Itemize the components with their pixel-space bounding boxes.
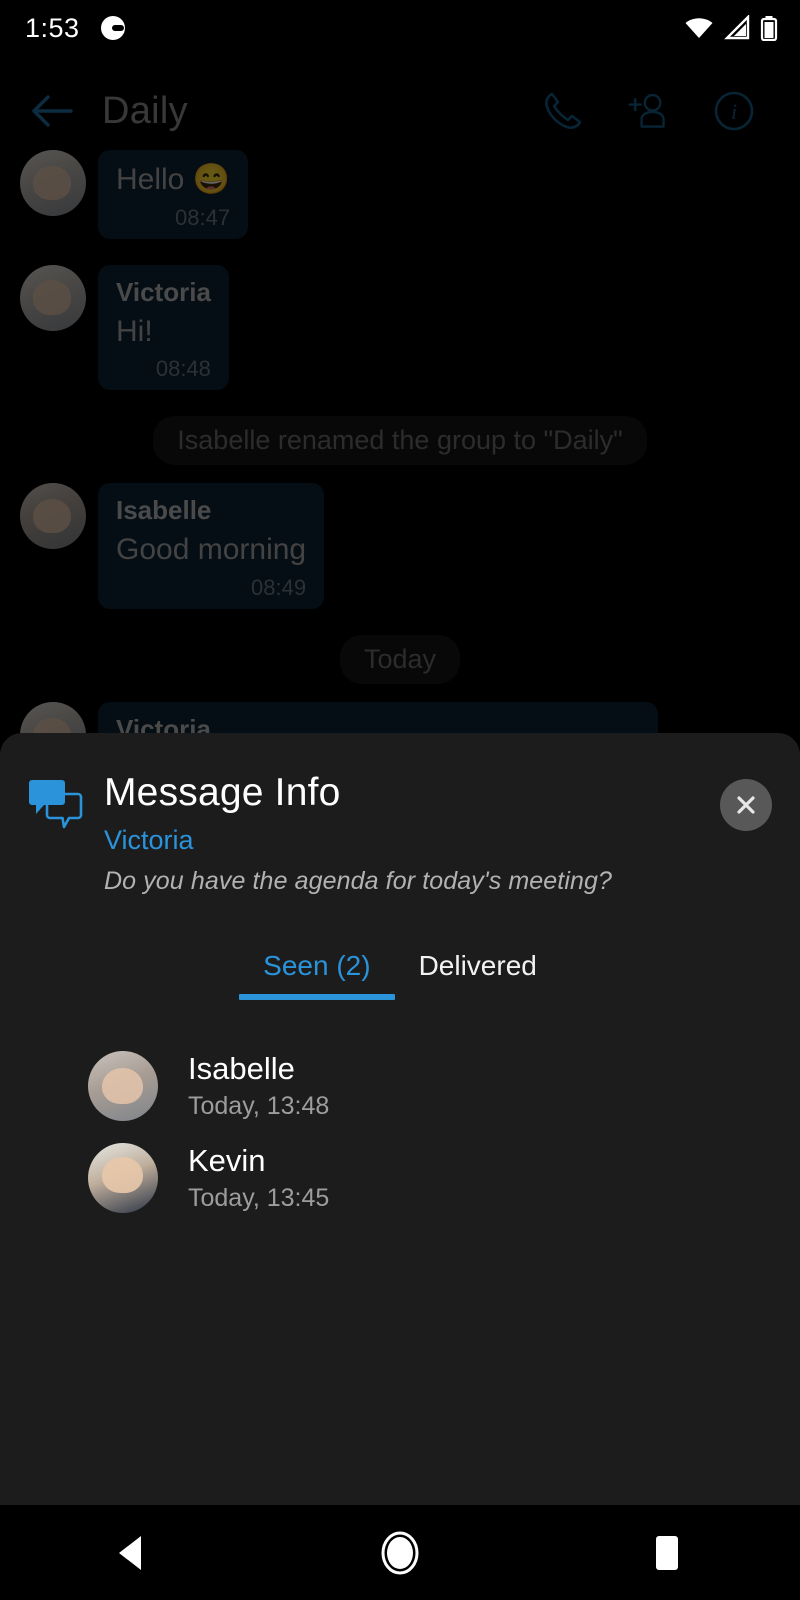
close-icon	[737, 796, 755, 814]
recipient-name: Isabelle	[188, 1051, 295, 1087]
avatar	[88, 1051, 158, 1121]
list-item-texts: Isabelle Today, 13:48	[188, 1051, 329, 1121]
battery-icon	[760, 16, 778, 41]
list-item-texts: Kevin Today, 13:45	[188, 1143, 329, 1213]
avatar	[88, 1143, 158, 1213]
list-item[interactable]: Kevin Today, 13:45	[0, 1132, 800, 1224]
phone-screen: 1:53 Message Info Victoria Do you have t…	[0, 0, 800, 1600]
modal-sender: Victoria	[104, 825, 194, 855]
tab-seen-label: Seen (2)	[263, 950, 371, 981]
android-nav-bar	[0, 1505, 800, 1600]
app-notification-icon	[100, 15, 126, 41]
nav-back-icon[interactable]	[0, 1531, 267, 1575]
message-info-tabs: Seen (2) Delivered	[0, 950, 800, 1000]
recipient-name: Kevin	[188, 1143, 266, 1179]
status-bar-icons	[684, 15, 778, 41]
status-bar: 1:53	[0, 0, 800, 56]
recipient-time: Today, 13:45	[188, 1183, 330, 1212]
status-bar-clock: 1:53	[25, 12, 80, 43]
modal-message-preview: Do you have the agenda for today's meeti…	[104, 867, 613, 895]
message-info-icon	[26, 777, 88, 831]
list-item[interactable]: Isabelle Today, 13:48	[0, 1040, 800, 1132]
wifi-icon	[685, 18, 713, 38]
message-info-header: Message Info Victoria Do you have the ag…	[0, 733, 800, 896]
nav-home-icon[interactable]	[267, 1529, 534, 1577]
close-button[interactable]	[720, 779, 772, 831]
tab-delivered-label: Delivered	[418, 950, 537, 981]
message-info-sheet: Message Info Victoria Do you have the ag…	[0, 733, 800, 1505]
recipient-list: Isabelle Today, 13:48 Kevin Today, 13:45	[0, 1040, 800, 1224]
nav-recents-icon[interactable]	[533, 1531, 800, 1575]
cellular-signal-icon	[724, 15, 750, 40]
tab-delivered[interactable]: Delivered	[395, 950, 561, 1000]
tab-seen[interactable]: Seen (2)	[239, 950, 395, 1000]
recipient-time: Today, 13:48	[188, 1091, 330, 1120]
modal-title: Message Info	[104, 771, 341, 814]
